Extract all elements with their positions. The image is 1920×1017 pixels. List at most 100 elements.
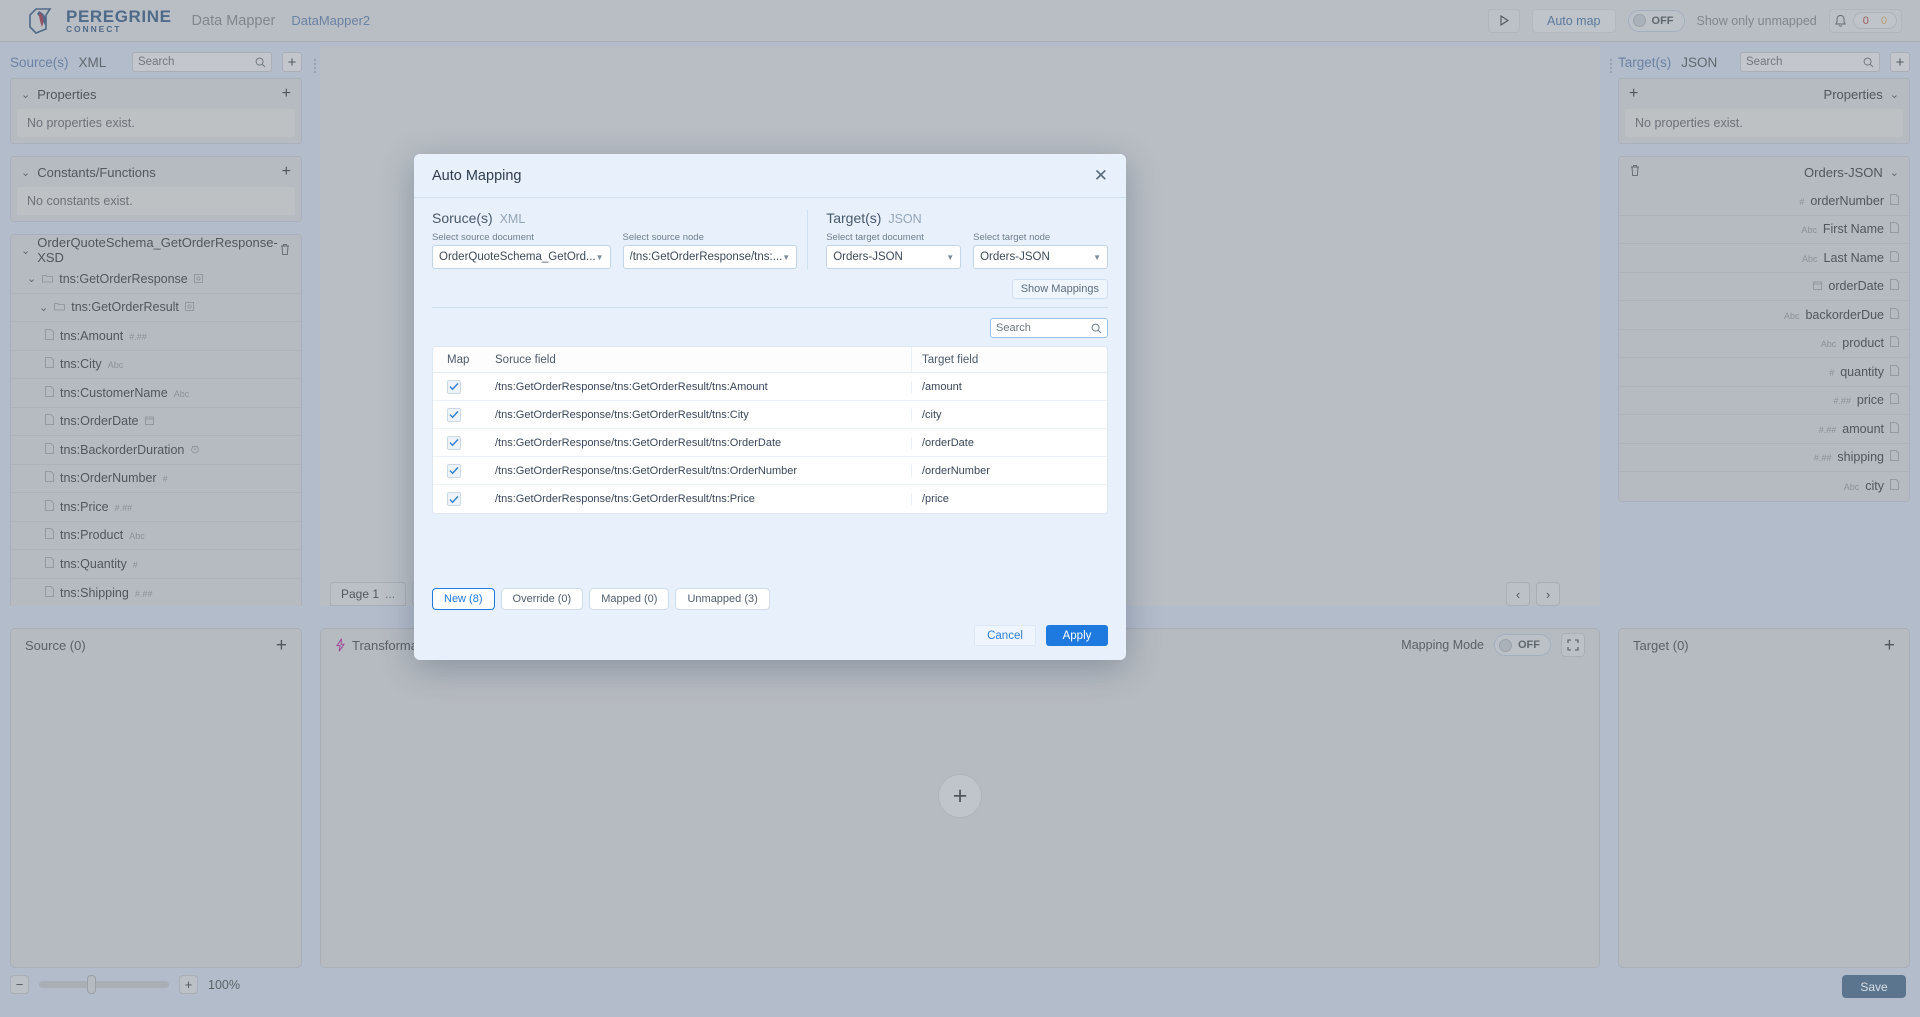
- document-name-label[interactable]: DataMapper2: [291, 13, 370, 28]
- filter-chip[interactable]: Unmapped (3): [675, 588, 770, 610]
- run-button[interactable]: [1488, 8, 1520, 33]
- source-tree-node[interactable]: tns:Shipping #.##: [11, 579, 301, 607]
- zoom-slider[interactable]: [39, 975, 169, 994]
- fullscreen-button[interactable]: [1561, 633, 1585, 657]
- source-tree-node[interactable]: ⌄ tns:GetOrderResult: [11, 294, 301, 322]
- add-target-property-button[interactable]: +: [1629, 85, 1638, 103]
- add-transformation-button[interactable]: +: [938, 774, 982, 818]
- source-properties-header[interactable]: ⌄ Properties +: [11, 79, 301, 109]
- target-schema-header[interactable]: Orders-JSON ⌄: [1619, 157, 1909, 187]
- zoom-slider-thumb[interactable]: [87, 975, 96, 994]
- prev-page-button[interactable]: ‹: [1506, 582, 1530, 606]
- filter-chip[interactable]: Override (0): [500, 588, 584, 610]
- add-property-button[interactable]: +: [282, 86, 291, 102]
- target-tree-node-label: Last Name: [1823, 250, 1884, 265]
- source-tree-node-label: tns:BackorderDuration: [60, 442, 185, 457]
- apply-button[interactable]: Apply: [1046, 625, 1108, 646]
- mapping-search-input[interactable]: Search: [990, 318, 1108, 338]
- add-target-detail-button[interactable]: +: [1884, 636, 1895, 655]
- target-tree-node[interactable]: Abc backorderDue: [1619, 301, 1909, 330]
- map-checkbox[interactable]: [447, 407, 461, 422]
- map-checkbox[interactable]: [447, 435, 461, 450]
- file-icon: [45, 442, 54, 457]
- show-unmapped-toggle[interactable]: OFF: [1627, 9, 1685, 32]
- source-schema-header[interactable]: ⌄ OrderQuoteSchema_GetOrderResponse-XSD: [11, 235, 301, 265]
- status-badge: 0 0: [1852, 12, 1897, 29]
- map-checkbox[interactable]: [447, 463, 461, 478]
- chevron-down-icon[interactable]: ⌄: [39, 301, 48, 314]
- delete-schema-button[interactable]: [279, 241, 291, 260]
- add-source-detail-button[interactable]: +: [276, 636, 287, 655]
- map-checkbox[interactable]: [447, 379, 461, 394]
- target-tree-node[interactable]: # quantity: [1619, 358, 1909, 387]
- table-row[interactable]: /tns:GetOrderResponse/tns:GetOrderResult…: [433, 429, 1107, 457]
- target-properties-header[interactable]: + Properties ⌄: [1619, 79, 1909, 109]
- table-row[interactable]: /tns:GetOrderResponse/tns:GetOrderResult…: [433, 401, 1107, 429]
- cancel-button[interactable]: Cancel: [974, 625, 1036, 646]
- target-node-select[interactable]: Orders-JSON ▼: [973, 245, 1108, 269]
- table-row[interactable]: /tns:GetOrderResponse/tns:GetOrderResult…: [433, 485, 1107, 513]
- source-tree-node[interactable]: tns:Quantity #: [11, 550, 301, 579]
- table-row[interactable]: /tns:GetOrderResponse/tns:GetOrderResult…: [433, 373, 1107, 401]
- add-source-button[interactable]: +: [282, 52, 302, 72]
- filter-chip[interactable]: Mapped (0): [589, 588, 670, 610]
- source-tree-node[interactable]: tns:OrderDate: [11, 408, 301, 436]
- auto-map-button[interactable]: Auto map: [1532, 8, 1616, 33]
- bell-icon: [1834, 14, 1846, 27]
- target-tree-node[interactable]: Abc city: [1619, 472, 1909, 501]
- close-icon[interactable]: ✕: [1094, 167, 1108, 184]
- source-tree-node[interactable]: tns:BackorderDuration: [11, 436, 301, 465]
- table-row[interactable]: /tns:GetOrderResponse/tns:GetOrderResult…: [433, 457, 1107, 485]
- target-tree-node[interactable]: orderDate: [1619, 273, 1909, 301]
- source-constants-header[interactable]: ⌄ Constants/Functions +: [11, 157, 301, 187]
- zoom-in-button[interactable]: +: [179, 975, 198, 994]
- chevron-down-icon: ⌄: [21, 166, 31, 179]
- target-tree-node[interactable]: #.## price: [1619, 387, 1909, 415]
- source-tree-node[interactable]: tns:OrderNumber #: [11, 465, 301, 493]
- page-tab-1[interactable]: Page 1 ...: [330, 582, 407, 606]
- target-tree-node[interactable]: # orderNumber: [1619, 187, 1909, 216]
- source-constants-card: ⌄ Constants/Functions + No constants exi…: [10, 156, 302, 222]
- source-node-select[interactable]: /tns:GetOrderResponse/tns:... ▼: [622, 245, 798, 269]
- target-search-input[interactable]: Search: [1740, 52, 1880, 72]
- source-tree-node[interactable]: tns:City Abc: [11, 351, 301, 379]
- chevron-down-icon[interactable]: ⌄: [27, 272, 36, 285]
- target-tree-node[interactable]: Abc product: [1619, 330, 1909, 358]
- zoom-out-button[interactable]: −: [10, 975, 29, 994]
- mapping-table-header: Map Soruce field Target field: [433, 347, 1107, 373]
- source-tree-node[interactable]: tns:Price #.##: [11, 493, 301, 522]
- chevron-down-icon: ▼: [1093, 252, 1101, 262]
- target-tree-node[interactable]: Abc First Name: [1619, 216, 1909, 244]
- target-panel-resize-handle[interactable]: [1606, 52, 1616, 80]
- target-schema-card: Orders-JSON ⌄ # orderNumber Abc First Name A…: [1618, 156, 1910, 502]
- source-tree-node[interactable]: tns:CustomerName Abc: [11, 379, 301, 408]
- next-page-button[interactable]: ›: [1536, 582, 1560, 606]
- source-search-input[interactable]: Search: [132, 52, 272, 72]
- page-tab-menu-icon[interactable]: ...: [385, 587, 395, 601]
- map-checkbox[interactable]: [447, 492, 461, 506]
- source-document-select[interactable]: OrderQuoteSchema_GetOrd... ▼: [432, 245, 611, 269]
- filter-chip[interactable]: New (8): [432, 588, 495, 610]
- source-tree-node[interactable]: ⌄ tns:GetOrderResponse: [11, 265, 301, 294]
- chevron-down-icon: ▼: [595, 252, 604, 262]
- source-tree-node[interactable]: tns:Product Abc: [11, 522, 301, 550]
- target-tree-node[interactable]: #.## shipping: [1619, 444, 1909, 472]
- mapping-mode-toggle[interactable]: OFF: [1494, 634, 1551, 656]
- notification-area[interactable]: 0 0: [1828, 8, 1902, 33]
- delete-target-schema-button[interactable]: [1629, 164, 1641, 180]
- add-target-button[interactable]: +: [1890, 52, 1910, 72]
- source-detail-box: Source (0) +: [10, 628, 302, 968]
- target-tree-node[interactable]: #.## amount: [1619, 415, 1909, 444]
- show-mappings-button[interactable]: Show Mappings: [1011, 279, 1108, 299]
- target-tree-node[interactable]: Abc Last Name: [1619, 244, 1909, 273]
- source-tree-node[interactable]: tns:Amount #.##: [11, 322, 301, 351]
- check-icon: [449, 438, 459, 447]
- target-document-select[interactable]: Orders-JSON ▼: [826, 245, 962, 269]
- source-schema-card: ⌄ OrderQuoteSchema_GetOrderResponse-XSD …: [10, 234, 302, 606]
- target-detail-label: Target (0): [1633, 637, 1689, 653]
- file-icon: [45, 471, 54, 485]
- add-constant-button[interactable]: +: [282, 164, 291, 180]
- file-icon: [45, 499, 54, 514]
- source-panel-resize-handle[interactable]: [310, 52, 320, 80]
- save-button[interactable]: Save: [1842, 975, 1906, 998]
